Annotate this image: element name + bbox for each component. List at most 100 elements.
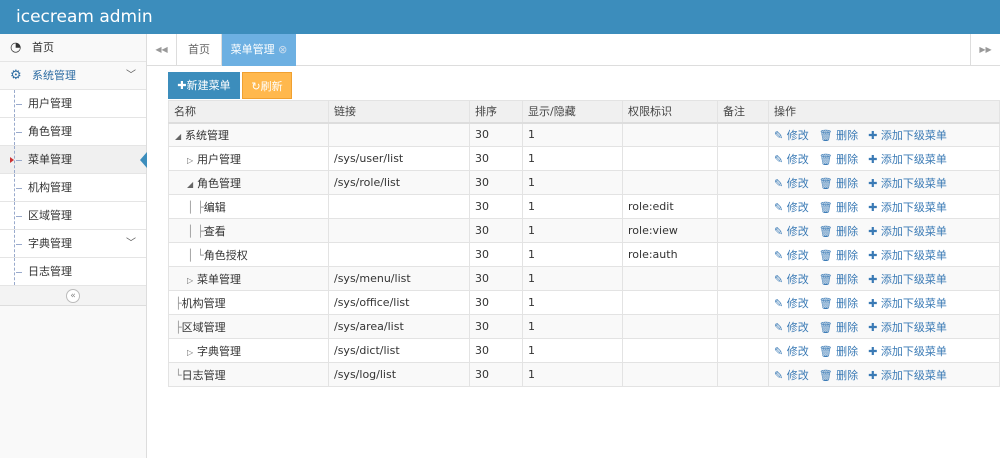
link-cell: /sys/dict/list	[328, 338, 470, 363]
table-row[interactable]: ├区域管理 /sys/area/list 30 1 ✎ 修改 🗑 删除 ✚ 添加下级…	[168, 314, 1000, 339]
expand-toggle-icon[interactable]: ◢	[175, 132, 185, 141]
add-submenu-link[interactable]: ✚ 添加下级菜单	[868, 249, 947, 262]
show-cell: 1	[522, 218, 623, 243]
expand-toggle-icon[interactable]: ▷	[187, 276, 197, 285]
table-row[interactable]: └日志管理 /sys/log/list 30 1 ✎ 修改 🗑 删除 ✚ 添加下级菜…	[168, 362, 1000, 387]
sidebar-item-areas[interactable]: 区域管理	[0, 202, 146, 230]
tab-label: 菜单管理	[230, 43, 275, 56]
show-cell: 1	[522, 122, 623, 147]
add-submenu-link[interactable]: ✚ 添加下级菜单	[868, 201, 947, 214]
name-cell: └日志管理	[168, 362, 329, 387]
link-cell: /sys/log/list	[328, 362, 470, 387]
table-row[interactable]: ▷ 菜单管理 /sys/menu/list 30 1 ✎ 修改 🗑 删除 ✚ 添加下级…	[168, 266, 1000, 291]
add-submenu-link[interactable]: ✚ 添加下级菜单	[868, 129, 947, 142]
tab-menu-management[interactable]: 菜单管理 ⊗	[222, 34, 296, 66]
edit-link[interactable]: ✎ 修改	[774, 129, 809, 142]
edit-link[interactable]: ✎ 修改	[774, 321, 809, 334]
add-submenu-link[interactable]: ✚ 添加下级菜单	[868, 273, 947, 286]
edit-link[interactable]: ✎ 修改	[774, 177, 809, 190]
menu-name: 角色授权	[203, 248, 248, 262]
delete-link[interactable]: 🗑 删除	[819, 321, 858, 334]
order-cell: 30	[469, 242, 523, 267]
sidebar-group-system[interactable]: ⚙ 系统管理 ﹀	[0, 62, 146, 90]
link-cell: /sys/role/list	[328, 170, 470, 195]
delete-link[interactable]: 🗑 删除	[819, 273, 858, 286]
ops-cell: ✎ 修改 🗑 删除 ✚ 添加下级菜单	[768, 290, 1000, 315]
collapse-button[interactable]: «	[66, 289, 80, 303]
table-row[interactable]: ├机构管理 /sys/office/list 30 1 ✎ 修改 🗑 删除 ✚ 添加…	[168, 290, 1000, 315]
add-submenu-link[interactable]: ✚ 添加下级菜单	[868, 369, 947, 382]
sidebar-item-menus[interactable]: 菜单管理	[0, 146, 147, 174]
delete-link[interactable]: 🗑 删除	[819, 249, 858, 262]
active-arrow	[140, 152, 147, 168]
name-cell: ├区域管理	[168, 314, 329, 339]
edit-link[interactable]: ✎ 修改	[774, 345, 809, 358]
ops-cell: ✎ 修改 🗑 删除 ✚ 添加下级菜单	[768, 266, 1000, 291]
table-row[interactable]: ▷ 用户管理 /sys/user/list 30 1 ✎ 修改 🗑 删除 ✚ 添加下级…	[168, 146, 1000, 171]
add-submenu-link[interactable]: ✚ 添加下级菜单	[868, 177, 947, 190]
expand-toggle-icon[interactable]: ▷	[187, 348, 197, 357]
table-row[interactable]: ▷ 字典管理 /sys/dict/list 30 1 ✎ 修改 🗑 删除 ✚ 添加下级…	[168, 338, 1000, 363]
tree-line: │ └	[187, 248, 204, 262]
edit-link[interactable]: ✎ 修改	[774, 249, 809, 262]
tree-line: └	[175, 368, 182, 382]
ops-cell: ✎ 修改 🗑 删除 ✚ 添加下级菜单	[768, 362, 1000, 387]
remark-cell	[717, 170, 769, 195]
table-row[interactable]: ◢ 系统管理 30 1 ✎ 修改 🗑 删除 ✚ 添加下级菜单	[168, 122, 1000, 147]
order-cell: 30	[469, 146, 523, 171]
edit-link[interactable]: ✎ 修改	[774, 225, 809, 238]
remark-cell	[717, 242, 769, 267]
sidebar-item-users[interactable]: 用户管理	[0, 90, 146, 118]
refresh-button[interactable]: ↻刷新	[242, 72, 292, 99]
menu-name: 日志管理	[181, 368, 226, 382]
table-row[interactable]: │ ├查看 30 1 role:view ✎ 修改 🗑 删除 ✚ 添加下级菜单	[168, 218, 1000, 243]
link-cell	[328, 194, 470, 219]
sidebar-item-logs[interactable]: 日志管理	[0, 258, 146, 286]
delete-link[interactable]: 🗑 删除	[819, 297, 858, 310]
delete-link[interactable]: 🗑 删除	[819, 225, 858, 238]
remark-cell	[717, 122, 769, 147]
edit-link[interactable]: ✎ 修改	[774, 201, 809, 214]
edit-link[interactable]: ✎ 修改	[774, 369, 809, 382]
remark-cell	[717, 314, 769, 339]
sidebar-item-offices[interactable]: 机构管理	[0, 174, 146, 202]
sidebar-item-home[interactable]: ◔ 首页	[0, 34, 146, 62]
sidebar-item-dict[interactable]: 字典管理 ﹀	[0, 230, 146, 258]
add-submenu-link[interactable]: ✚ 添加下级菜单	[868, 321, 947, 334]
table-row[interactable]: │ └角色授权 30 1 role:auth ✎ 修改 🗑 删除 ✚ 添加下级菜单	[168, 242, 1000, 267]
delete-link[interactable]: 🗑 删除	[819, 177, 858, 190]
link-cell: /sys/office/list	[328, 290, 470, 315]
tab-scroll-right-button[interactable]: ▶▶	[970, 34, 1000, 66]
close-icon[interactable]: ⊗	[278, 43, 287, 56]
tab-scroll-left-button[interactable]: ◀◀	[147, 34, 177, 66]
show-cell: 1	[522, 194, 623, 219]
delete-link[interactable]: 🗑 删除	[819, 153, 858, 166]
add-submenu-link[interactable]: ✚ 添加下级菜单	[868, 345, 947, 358]
edit-link[interactable]: ✎ 修改	[774, 297, 809, 310]
delete-link[interactable]: 🗑 删除	[819, 201, 858, 214]
perm-cell	[622, 338, 718, 363]
edit-link[interactable]: ✎ 修改	[774, 153, 809, 166]
perm-cell	[622, 314, 718, 339]
edit-link[interactable]: ✎ 修改	[774, 273, 809, 286]
order-cell: 30	[469, 170, 523, 195]
delete-link[interactable]: 🗑 删除	[819, 345, 858, 358]
perm-cell	[622, 290, 718, 315]
expand-toggle-icon[interactable]: ◢	[187, 180, 197, 189]
delete-link[interactable]: 🗑 删除	[819, 369, 858, 382]
expand-toggle-icon[interactable]: ▷	[187, 156, 197, 165]
table-row[interactable]: │ ├编辑 30 1 role:edit ✎ 修改 🗑 删除 ✚ 添加下级菜单	[168, 194, 1000, 219]
column-header: 权限标识	[622, 100, 718, 124]
sidebar-item-label: 日志管理	[28, 265, 72, 278]
delete-link[interactable]: 🗑 删除	[819, 129, 858, 142]
add-submenu-link[interactable]: ✚ 添加下级菜单	[868, 225, 947, 238]
ops-cell: ✎ 修改 🗑 删除 ✚ 添加下级菜单	[768, 242, 1000, 267]
new-menu-button[interactable]: ✚新建菜单	[168, 72, 240, 99]
add-submenu-link[interactable]: ✚ 添加下级菜单	[868, 153, 947, 166]
name-cell: ▷ 字典管理	[168, 338, 329, 363]
table-row[interactable]: ◢ 角色管理 /sys/role/list 30 1 ✎ 修改 🗑 删除 ✚ 添加下级…	[168, 170, 1000, 195]
link-cell: /sys/user/list	[328, 146, 470, 171]
tab-home[interactable]: 首页	[177, 34, 222, 66]
add-submenu-link[interactable]: ✚ 添加下级菜单	[868, 297, 947, 310]
sidebar-item-roles[interactable]: 角色管理	[0, 118, 146, 146]
